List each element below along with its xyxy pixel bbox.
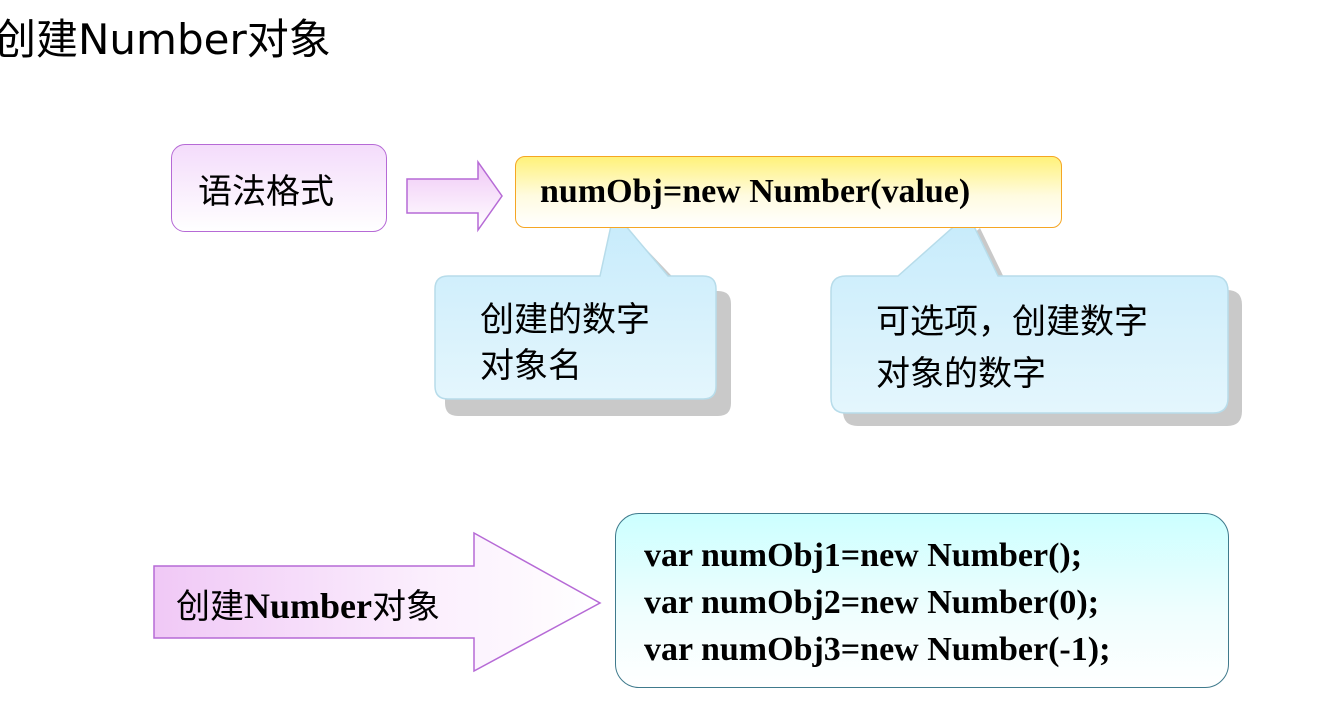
page-title: 创建Number对象 — [0, 15, 331, 64]
syntax-label: 语法格式 — [198, 171, 334, 212]
syntax-arrow — [406, 159, 503, 233]
example-arrow-label: 创建Number对象 — [176, 582, 440, 631]
callout-object-name-text: 创建的数字 对象名 — [480, 297, 650, 389]
arrow-label-part: 创建 — [176, 587, 244, 627]
code-line: var numObj3=new Number(-1); — [644, 631, 1111, 668]
arrow-label-part: 对象 — [372, 587, 440, 627]
callout-optional-value-text: 可选项，创建数字 对象的数字 — [876, 296, 1148, 400]
callout-line: 创建的数字 — [480, 300, 650, 340]
syntax-code: numObj=new Number(value) — [540, 173, 971, 210]
example-code-box: var numObj1=new Number(); var numObj2=ne… — [615, 513, 1229, 688]
code-line: var numObj2=new Number(0); — [644, 584, 1100, 621]
callout-line: 可选项，创建数字 — [876, 302, 1148, 342]
callout-line: 对象名 — [480, 346, 582, 386]
syntax-code-box: numObj=new Number(value) — [515, 156, 1062, 228]
callout-line: 对象的数字 — [876, 354, 1046, 394]
arrow-label-part: Number — [244, 586, 372, 626]
code-line: var numObj1=new Number(); — [644, 537, 1083, 574]
syntax-label-box: 语法格式 — [171, 144, 387, 232]
